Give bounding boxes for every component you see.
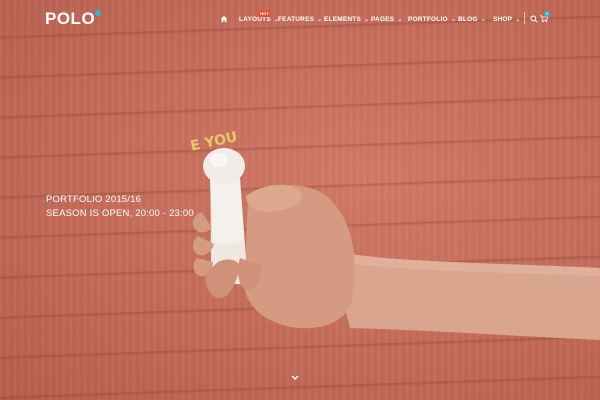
scroll-down-button[interactable]	[289, 370, 301, 380]
site-header: POLO LAYOUTS ⌄ HOT FEATURES ⌄ ELEMENTS ⌄…	[0, 0, 600, 36]
nav-layouts[interactable]: LAYOUTS ⌄ HOT	[239, 10, 279, 25]
nav-shop-label: SHOP	[493, 15, 513, 23]
nav-portfolio-label: PORTFOLIO	[408, 15, 448, 23]
home-icon[interactable]	[220, 13, 228, 25]
hero-subtitle: SEASON IS OPEN, 20:00 - 23:00	[46, 208, 194, 219]
hero-caption: PORTFOLIO 2015/16 SEASON IS OPEN, 20:00 …	[46, 193, 194, 221]
cart-count-badge: 0	[544, 11, 550, 17]
nav-portfolio[interactable]: PORTFOLIO ⌄	[408, 13, 456, 25]
chevron-down-icon: ⌄	[397, 16, 403, 23]
logo-accent-dot	[95, 10, 101, 16]
site-logo[interactable]: POLO	[45, 9, 95, 29]
nav-blog-label: BLOG	[458, 15, 478, 23]
nav-elements-label: ELEMENTS	[324, 15, 361, 23]
nav-shop[interactable]: SHOP ⌄	[493, 13, 520, 25]
nav-elements[interactable]: ELEMENTS ⌄	[324, 13, 369, 25]
chevron-down-icon: ⌄	[317, 16, 323, 23]
chevron-down-icon: ⌄	[480, 16, 486, 23]
chevron-down-icon: ⌄	[450, 16, 456, 23]
nav-pages[interactable]: PAGES ⌄	[371, 13, 403, 25]
nav-features[interactable]: FEATURES ⌄	[278, 13, 322, 25]
nav-blog[interactable]: BLOG ⌄	[458, 13, 486, 25]
search-icon[interactable]	[530, 13, 538, 25]
chevron-down-icon: ⌄	[364, 16, 370, 23]
nav-pages-label: PAGES	[371, 15, 395, 23]
nav-divider	[524, 12, 525, 24]
nav-features-label: FEATURES	[278, 15, 315, 23]
chevron-down-icon	[291, 375, 299, 380]
hot-badge: HOT	[258, 10, 272, 17]
hero-title: PORTFOLIO 2015/16	[46, 194, 142, 205]
chevron-down-icon: ⌄	[515, 16, 521, 23]
